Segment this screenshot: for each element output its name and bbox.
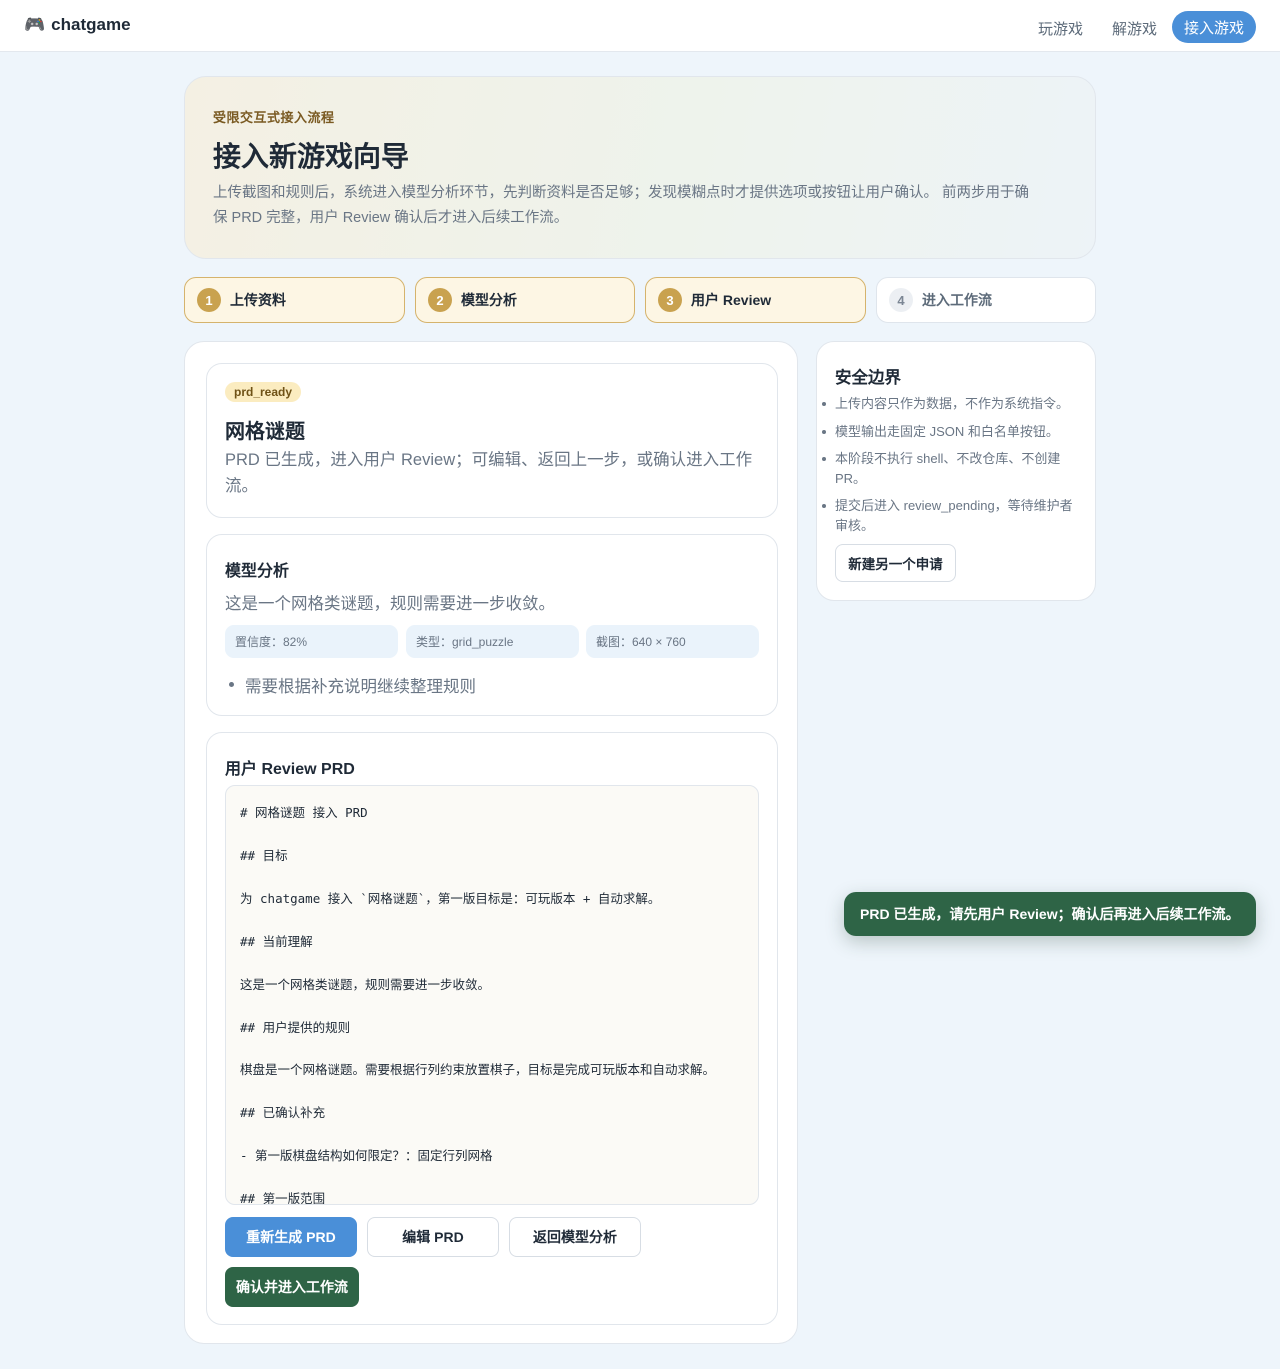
- safety-item: 本阶段不执行 shell、不改仓库、不创建 PR。: [822, 449, 1080, 489]
- confidence-chip: 置信度：82%: [225, 625, 398, 658]
- nav-button-integrate[interactable]: 接入游戏: [1172, 11, 1256, 43]
- prd-line: 为 chatgame 接入 `网格谜题`，第一版目标是：可玩版本 + 自动求解。: [240, 891, 661, 906]
- step-analysis[interactable]: 2 模型分析: [415, 277, 635, 323]
- safety-item: 模型输出走固定 JSON 和白名单按钮。: [822, 422, 1080, 442]
- prd-line: 这是一个网格类谜题，规则需要进一步收敛。: [240, 977, 491, 992]
- step-review[interactable]: 3 用户 Review: [645, 277, 866, 323]
- step-label: 上传资料: [230, 292, 286, 308]
- regenerate-prd-button[interactable]: 重新生成 PRD: [225, 1217, 357, 1257]
- back-to-analysis-button[interactable]: 返回模型分析: [509, 1217, 641, 1257]
- safety-item: 上传内容只作为数据，不作为系统指令。: [822, 394, 1080, 414]
- prd-line: ## 目标: [240, 848, 288, 863]
- status-card: prd_ready 网格谜题 PRD 已生成，进入用户 Review；可编辑、返…: [206, 363, 778, 518]
- step-upload[interactable]: 1 上传资料: [184, 277, 405, 323]
- prd-line: - 第一版棋盘结构如何限定？：固定行列网格: [240, 1148, 493, 1163]
- game-controller-icon: 🎮: [24, 15, 46, 34]
- analysis-summary: 这是一个网格类谜题，规则需要进一步收敛。: [225, 595, 555, 613]
- step-label: 模型分析: [461, 292, 517, 308]
- toast-notification: PRD 已生成，请先用户 Review；确认后再进入后续工作流。: [844, 892, 1256, 936]
- prd-line: # 网格谜题 接入 PRD: [240, 805, 368, 820]
- edit-prd-button[interactable]: 编辑 PRD: [367, 1217, 499, 1257]
- safety-item: 提交后进入 review_pending，等待维护者审核。: [822, 496, 1080, 536]
- top-nav-bar: 🎮 chatgame 玩游戏 解游戏 接入游戏: [0, 0, 1280, 52]
- nav-link-solve[interactable]: 解游戏: [1112, 18, 1157, 39]
- step-number: 2: [428, 288, 452, 312]
- analysis-card: 模型分析 这是一个网格类谜题，规则需要进一步收敛。 置信度：82% 类型：gri…: [206, 534, 778, 716]
- page-title: 接入新游戏向导: [213, 141, 410, 172]
- review-card: 用户 Review PRD # 网格谜题 接入 PRD ## 目标 为 chat…: [206, 732, 778, 1325]
- prd-line: ## 当前理解: [240, 934, 313, 949]
- prd-line: 棋盘是一个网格谜题。需要根据行列约束放置棋子，目标是完成可玩版本和自动求解。: [240, 1062, 716, 1077]
- step-workflow[interactable]: 4 进入工作流: [876, 277, 1096, 323]
- hero-banner: 受限交互式接入流程 接入新游戏向导 上传截图和规则后，系统进入模型分析环节，先判…: [184, 76, 1096, 259]
- hero-eyebrow: 受限交互式接入流程: [213, 110, 335, 125]
- review-title: 用户 Review PRD: [225, 761, 355, 778]
- prd-line: ## 已确认补充: [240, 1105, 326, 1120]
- status-badge: prd_ready: [225, 382, 302, 402]
- prd-editor[interactable]: # 网格谜题 接入 PRD ## 目标 为 chatgame 接入 `网格谜题`…: [225, 785, 759, 1205]
- type-chip: 类型：grid_puzzle: [406, 625, 579, 658]
- game-title: 网格谜题: [225, 421, 305, 443]
- hero-description: 上传截图和规则后，系统进入模型分析环节，先判断资料是否足够；发现模糊点时才提供选…: [213, 185, 1030, 226]
- step-number: 4: [889, 288, 913, 312]
- nav-link-play[interactable]: 玩游戏: [1038, 18, 1083, 39]
- analysis-title: 模型分析: [225, 563, 290, 580]
- confirm-workflow-button[interactable]: 确认并进入工作流: [225, 1267, 359, 1307]
- brand-logo[interactable]: 🎮 chatgame: [24, 15, 131, 35]
- step-label: 进入工作流: [922, 292, 992, 308]
- safety-title: 安全边界: [835, 369, 901, 387]
- analysis-note: 需要根据补充说明继续整理规则: [229, 673, 476, 697]
- new-request-button[interactable]: 新建另一个申请: [835, 544, 956, 582]
- brand-name: chatgame: [51, 15, 131, 34]
- prd-line: ## 第一版范围: [240, 1191, 326, 1205]
- step-number: 3: [658, 288, 682, 312]
- main-panel: prd_ready 网格谜题 PRD 已生成，进入用户 Review；可编辑、返…: [184, 341, 798, 1344]
- prd-line: ## 用户提供的规则: [240, 1020, 351, 1035]
- step-label: 用户 Review: [691, 292, 772, 308]
- screenshot-chip: 截图：640 × 760: [586, 625, 759, 658]
- step-number: 1: [197, 288, 221, 312]
- status-description: PRD 已生成，进入用户 Review；可编辑、返回上一步，或确认进入工作流。: [225, 451, 753, 495]
- safety-panel: 安全边界 上传内容只作为数据，不作为系统指令。 模型输出走固定 JSON 和白名…: [816, 341, 1096, 601]
